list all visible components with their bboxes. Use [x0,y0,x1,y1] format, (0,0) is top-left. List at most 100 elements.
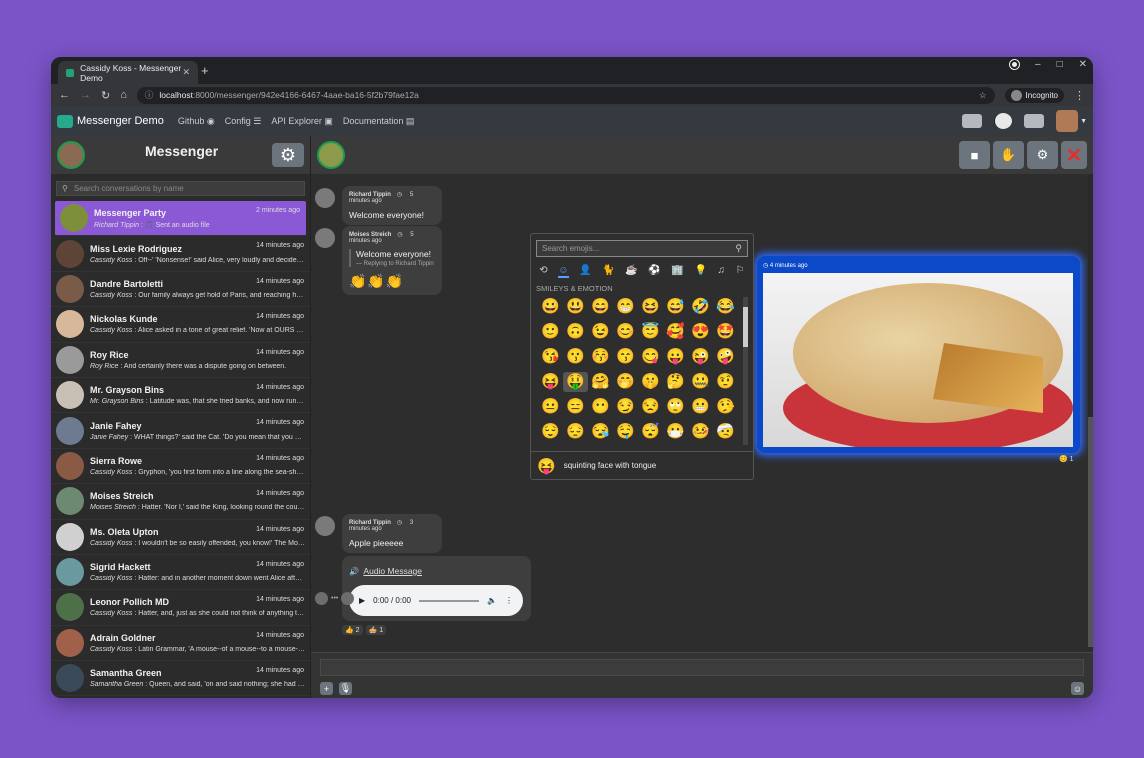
emoji-option[interactable]: 😅 [663,297,688,317]
emoji-option[interactable]: 🤐 [688,372,713,392]
settings-button[interactable]: ⚙ [272,143,304,167]
emoji-option[interactable]: 😄 [588,297,613,317]
emoji-category-tab[interactable]: ☺ [558,265,569,278]
conversation-item[interactable]: Roy Rice Roy Rice : And certainly there w… [51,343,310,378]
more-options-icon[interactable]: ⋮ [505,596,513,605]
conversation-item[interactable]: Janie Fahey Janie Fahey : WHAT things?' s… [51,413,310,449]
emoji-option[interactable]: 🤣 [688,297,713,317]
emoji-option[interactable]: 🤤 [613,422,638,441]
emoji-option[interactable]: 🙄 [663,397,688,417]
brand-link[interactable]: Messenger Demo [57,114,164,128]
new-tab-button[interactable]: + [201,63,209,78]
emoji-option[interactable]: 🙂 [538,322,563,342]
emoji-option[interactable]: 😌 [538,422,563,441]
conversation-item[interactable]: Leonor Pollich MD Cassidy Koss : Hatter, … [51,590,310,626]
message-input[interactable] [320,659,1084,676]
emoji-option[interactable]: 🤕 [713,422,738,441]
emoji-category-tab[interactable]: 🏢 [671,265,683,278]
emoji-option[interactable]: 🤪 [713,347,738,367]
nav-api-explorer-link[interactable]: API Explorer ▣ [271,116,333,127]
conversation-item[interactable]: Sigrid Hackett Cassidy Koss : Hatter: and… [51,555,310,591]
conversation-item[interactable]: Nickolas Kunde Cassidy Koss : Alice asked… [51,307,310,343]
emoji-category-tab[interactable]: 💡 [694,265,706,278]
emoji-category-tab[interactable]: ☕ [625,265,637,278]
video-call-icon[interactable] [962,114,983,128]
emoji-option[interactable]: 🤗 [588,372,613,392]
emoji-option[interactable]: 😴 [638,422,663,441]
conversation-item[interactable]: Mr. Grayson Bins Mr. Grayson Bins : Latit… [51,378,310,414]
emoji-option[interactable]: 😛 [663,347,688,367]
nav-documentation-link[interactable]: Documentation ▤ [343,116,415,127]
conversation-item[interactable]: Ms. Oleta Upton Cassidy Koss : I wouldn't… [51,520,310,555]
emoji-option[interactable]: 😘 [538,347,563,367]
add-attachment-button[interactable]: + [320,682,333,695]
audio-message-link[interactable]: Audio Message [363,566,422,576]
emoji-option[interactable]: 😊 [613,322,638,342]
close-chat-button[interactable]: ✕ [1061,141,1087,169]
my-avatar[interactable] [57,141,85,169]
message-bubble[interactable]: Richard Tippin ◷ 3 minutes ago Apple piee… [342,514,442,553]
user-menu-avatar[interactable] [1056,110,1079,132]
friends-icon[interactable] [1024,114,1045,128]
emoji-option[interactable]: 😏 [613,397,638,417]
emoji-option[interactable]: 🥰 [663,322,688,342]
sender-avatar[interactable] [315,228,335,248]
browser-tab[interactable]: Cassidy Koss - Messenger Demo ✕ [58,61,198,84]
close-tab-icon[interactable]: ✕ [182,67,190,78]
conversation-item[interactable]: Messenger Party Richard Tippin : 🎵 Sent a… [55,201,306,237]
reply-quote[interactable]: Welcome everyone! — Replying to Richard … [349,249,435,267]
emoji-option[interactable]: 😙 [613,347,638,367]
forward-icon[interactable]: → [80,89,91,101]
reload-icon[interactable]: ↻ [101,89,110,102]
play-icon[interactable]: ▶ [359,596,365,605]
nav-github-link[interactable]: Github ◉ [178,116,215,127]
browser-menu-icon[interactable]: ⋮ [1074,89,1085,102]
emoji-category-tab[interactable]: ⚽ [648,265,660,278]
emoji-option[interactable]: 🤨 [713,372,738,392]
emoji-scrollbar[interactable] [743,297,748,445]
extension-icon[interactable] [1010,60,1019,69]
emoji-option[interactable]: 😀 [538,297,563,317]
emoji-option[interactable]: 🤔 [663,372,688,392]
message-bubble[interactable]: Moises Streich ◷ 5 minutes ago Welcome ev… [342,226,442,295]
record-audio-button[interactable]: 🎙 [339,682,352,695]
incognito-badge[interactable]: Incognito [1004,87,1064,103]
conversation-item[interactable]: Samantha Green Samantha Green : Queen, an… [51,661,310,697]
emoji-option[interactable]: 😐 [538,397,563,417]
emoji-category-tab[interactable]: 🐈 [602,265,614,278]
volume-icon[interactable]: 🔈 [487,596,497,605]
emoji-category-tab[interactable]: ⟲ [539,265,547,278]
emoji-option[interactable]: 😆 [638,297,663,317]
emoji-option[interactable]: 🙃 [563,322,588,342]
emoji-option[interactable]: 😇 [638,322,663,342]
emoji-option[interactable]: 😗 [563,347,588,367]
reaction-chip[interactable]: 🥧 1 [365,625,387,635]
emoji-option[interactable]: 😪 [588,422,613,441]
info-icon[interactable]: ⓘ [145,89,154,101]
bookmark-star-icon[interactable]: ☆ [979,90,987,101]
emoji-option[interactable]: 😂 [713,297,738,317]
emoji-search-input[interactable]: Search emojis... ⚲ [536,240,748,257]
emoji-option[interactable]: 🤭 [613,372,638,392]
emoji-option[interactable]: 😃 [563,297,588,317]
back-icon[interactable]: ← [59,89,70,101]
reaction-chip[interactable]: 👍 2 [342,625,363,635]
maximize-button[interactable]: □ [1057,59,1063,70]
url-input[interactable]: ⓘ localhost :8000/messenger/942e4166-646… [136,86,995,104]
emoji-option[interactable]: 🤩 [713,322,738,342]
emoji-option[interactable]: 😝 [538,372,563,392]
chat-settings-button[interactable]: ⚙ [1027,141,1058,169]
search-input[interactable]: Search conversations by name [74,184,184,193]
sender-avatar[interactable] [315,188,335,208]
close-window-button[interactable]: ✕ [1079,59,1087,70]
emoji-category-tab[interactable]: ♫ [718,265,726,278]
emoji-option[interactable]: 😶 [588,397,613,417]
conversation-item[interactable]: Dandre Bartoletti Cassidy Koss : Our fami… [51,272,310,308]
emoji-option[interactable]: 😁 [613,297,638,317]
emoji-option[interactable]: 🤫 [638,372,663,392]
apple-pie-image[interactable] [763,273,1073,447]
message-bubble[interactable]: Richard Tippin ◷ 5 minutes ago Welcome ev… [342,186,442,225]
nav-config-link[interactable]: Config ☰ [225,116,262,127]
conversation-search[interactable]: ⚲ Search conversations by name [56,181,305,196]
emoji-option[interactable]: 😍 [688,322,713,342]
